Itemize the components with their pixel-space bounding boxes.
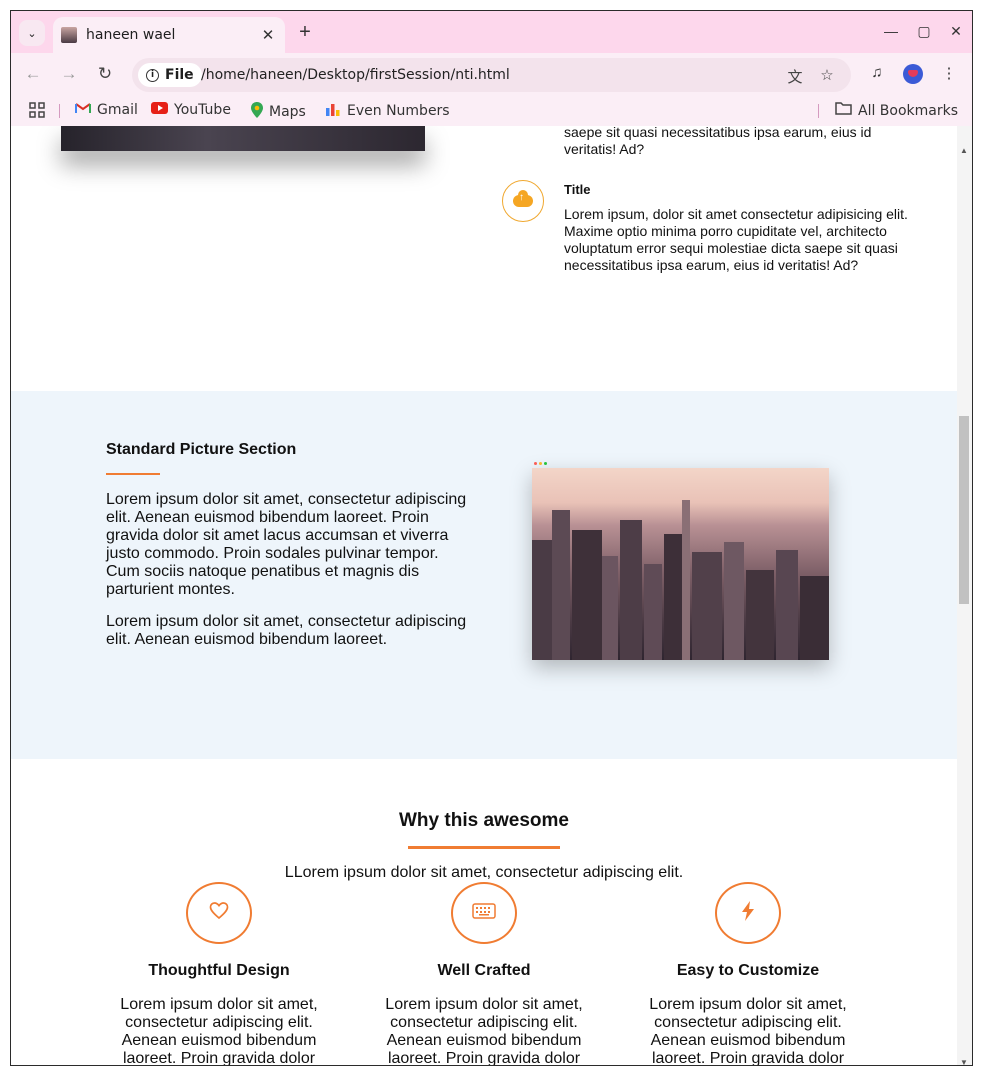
- back-button[interactable]: ←: [21, 62, 45, 86]
- maximize-icon[interactable]: ▢: [916, 23, 932, 40]
- close-tab-icon[interactable]: ✕: [259, 26, 277, 44]
- address-bar[interactable]: i File /home/haneen/Desktop/firstSession…: [132, 58, 851, 92]
- heart-icon: [209, 901, 229, 925]
- scroll-down-icon[interactable]: ▼: [960, 1058, 968, 1065]
- keyboard-icon: [472, 902, 496, 924]
- top-image: [61, 126, 425, 151]
- why-card: Easy to Customize Lorem ipsum dolor sit …: [633, 882, 863, 1066]
- media-controls-icon[interactable]: ♫: [867, 64, 887, 81]
- profile-avatar[interactable]: [903, 64, 923, 84]
- why-card: Thoughtful Design Lorem ipsum dolor sit …: [104, 882, 334, 1066]
- info-icon: i: [146, 68, 159, 82]
- toolbar: ← → ↻ i File /home/haneen/Desktop/firstS…: [11, 53, 972, 96]
- all-bookmarks-button[interactable]: All Bookmarks: [835, 102, 958, 119]
- feature-text: Lorem ipsum, dolor sit amet consectetur …: [564, 206, 908, 273]
- tab-strip: ⌄ haneen wael ✕ + — ▢ ✕: [11, 11, 972, 53]
- heading-underline: [106, 473, 160, 475]
- bookmark-label: Even Numbers: [347, 103, 450, 119]
- bolt-icon: [741, 900, 755, 926]
- why-underline: [408, 846, 560, 849]
- city-skyline-image: [532, 468, 829, 660]
- page-content: saepe sit quasi necessitatibus ipsa earu…: [11, 126, 957, 1066]
- forward-button[interactable]: →: [57, 62, 81, 86]
- bookmark-label: Gmail: [97, 102, 138, 118]
- translate-icon[interactable]: 文: [786, 66, 804, 87]
- minimize-icon[interactable]: —: [883, 23, 899, 39]
- apps-icon[interactable]: [29, 102, 45, 118]
- tab-search-button[interactable]: ⌄: [19, 20, 45, 46]
- why-card-title: Well Crafted: [437, 962, 531, 979]
- why-card-text: Lorem ipsum dolor sit amet, consectetur …: [649, 996, 847, 1066]
- bookmark-label: Maps: [269, 104, 306, 120]
- chart-icon: [325, 102, 341, 120]
- menu-icon[interactable]: ⋮: [939, 64, 959, 82]
- all-bookmarks-label: All Bookmarks: [858, 102, 959, 119]
- bookmark-youtube[interactable]: YouTube: [151, 102, 231, 118]
- image-dots: [534, 462, 547, 465]
- reload-button[interactable]: ↻: [93, 62, 117, 86]
- bookmark-maps[interactable]: Maps: [251, 102, 306, 122]
- bookmarks-bar: Gmail YouTube Maps Even Numbers All Book…: [11, 96, 972, 126]
- feature-text-previous: saepe sit quasi necessitatibus ipsa earu…: [564, 126, 872, 157]
- site-info-button[interactable]: i File: [138, 63, 202, 87]
- browser-window: ⌄ haneen wael ✕ + — ▢ ✕ ← → ↻ i File /ho…: [10, 10, 973, 1066]
- folder-icon: [835, 102, 852, 119]
- why-card-title: Easy to Customize: [676, 962, 820, 979]
- why-icon-circle: [186, 882, 252, 944]
- why-subtitle: LLorem ipsum dolor sit amet, consectetur…: [284, 864, 684, 881]
- bookmark-star-icon[interactable]: ☆: [818, 66, 836, 84]
- cloud-upload-icon: [513, 190, 533, 207]
- site-info-label: File: [165, 67, 194, 83]
- tab-title: haneen wael: [86, 27, 176, 43]
- why-card-text: Lorem ipsum dolor sit amet, consectetur …: [385, 996, 583, 1066]
- scrollbar[interactable]: ▲ ▼: [957, 126, 972, 1065]
- gmail-icon: [75, 102, 91, 118]
- section-paragraph: Lorem ipsum dolor sit amet, consectetur …: [106, 491, 467, 598]
- url-text[interactable]: /home/haneen/Desktop/firstSession/nti.ht…: [201, 67, 510, 83]
- why-card-title: Thoughtful Design: [148, 962, 290, 979]
- favicon-icon: [61, 27, 77, 43]
- bookmark-gmail[interactable]: Gmail: [75, 102, 138, 118]
- scroll-up-icon[interactable]: ▲: [960, 146, 968, 155]
- feature-icon-circle: [502, 180, 544, 222]
- bookmarks-divider: [818, 104, 819, 118]
- why-card: Well Crafted Lorem ipsum dolor sit amet,…: [369, 882, 599, 1066]
- maps-icon: [251, 102, 263, 122]
- why-title: Why this awesome: [399, 810, 569, 831]
- section-paragraph: Lorem ipsum dolor sit amet, consectetur …: [106, 613, 467, 648]
- standard-picture-section: Standard Picture Section Lorem ipsum dol…: [11, 391, 957, 759]
- section-heading: Standard Picture Section: [106, 441, 297, 458]
- new-tab-button[interactable]: +: [295, 21, 315, 43]
- bookmark-label: YouTube: [174, 102, 231, 118]
- bookmarks-divider: [59, 104, 60, 118]
- why-icon-circle: [715, 882, 781, 944]
- window-close-icon[interactable]: ✕: [948, 23, 964, 40]
- youtube-icon: [151, 102, 168, 118]
- why-icon-circle: [451, 882, 517, 944]
- active-tab[interactable]: haneen wael ✕: [53, 17, 285, 53]
- chevron-down-icon: ⌄: [27, 27, 37, 40]
- bookmark-even-numbers[interactable]: Even Numbers: [325, 102, 450, 120]
- feature-title: Title: [564, 182, 591, 197]
- scroll-thumb[interactable]: [959, 416, 969, 604]
- why-card-text: Lorem ipsum dolor sit amet, consectetur …: [120, 996, 318, 1066]
